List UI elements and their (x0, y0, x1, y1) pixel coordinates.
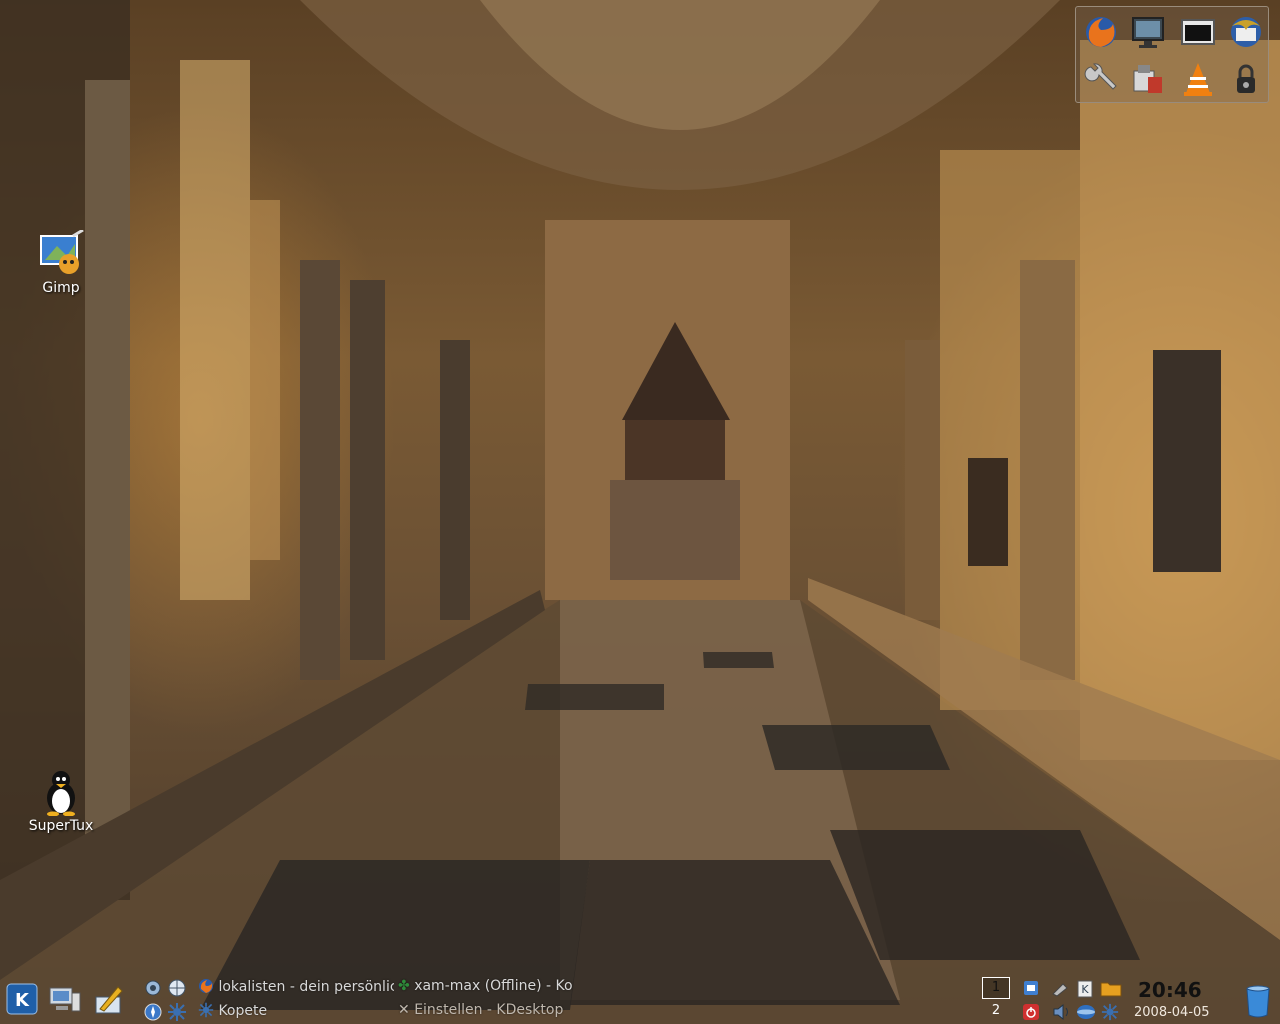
kopete-icon[interactable] (167, 1002, 187, 1022)
svg-text:K: K (1081, 983, 1089, 996)
pager-desktop-1[interactable]: 1 (982, 977, 1010, 999)
usb-plug-icon[interactable] (1050, 979, 1070, 997)
task-label: Kopete (218, 1003, 268, 1019)
network-globe-icon[interactable] (167, 978, 187, 998)
power-icon[interactable] (1022, 1003, 1040, 1021)
pager-desktop-2[interactable]: 2 (982, 1001, 1010, 1023)
kde-menu-icon[interactable]: K (6, 983, 38, 1015)
quick-launch-panel (1075, 6, 1269, 103)
settings-gear-icon[interactable] (143, 978, 163, 998)
pager-label: 2 (991, 1003, 1001, 1018)
padlock-icon[interactable] (1226, 59, 1266, 99)
tux-icon (47, 771, 75, 816)
clipboard-icon[interactable] (1022, 979, 1040, 997)
monitor-icon[interactable] (1128, 12, 1168, 52)
vlc-icon[interactable] (1178, 59, 1218, 99)
terminal-icon[interactable] (1178, 12, 1218, 52)
klipper-icon[interactable]: K (1076, 978, 1094, 998)
task-kopete[interactable]: Kopete (198, 1002, 394, 1022)
system-computer-icon[interactable] (48, 985, 82, 1015)
task-kopete-chat[interactable]: ✤ xam-max (Offline) - Ko (398, 978, 594, 998)
svg-text:K: K (15, 990, 30, 1011)
firefox-icon (199, 979, 213, 993)
folder-icon[interactable] (1100, 979, 1122, 997)
clover-icon: ✤ (398, 978, 410, 994)
task-firefox-window[interactable]: lokalisten - dein persönlic (198, 978, 394, 998)
trash-icon[interactable] (1244, 983, 1272, 1019)
package-icon[interactable] (1128, 59, 1168, 99)
desktop-icon-gimp[interactable]: Gimp (26, 230, 96, 296)
task-kdesktop-settings[interactable]: ✕ Einstellen - KDesktop (398, 1002, 594, 1022)
gimp-icon (40, 230, 84, 274)
kopete-tray-icon[interactable] (1100, 1003, 1120, 1021)
wallpaper (0, 0, 1280, 1024)
wrench-icon[interactable] (1081, 59, 1121, 99)
taskbar: K lokalisten - dein persönlic ✤ xam-max … (0, 975, 1280, 1024)
kopete-icon (198, 1002, 214, 1018)
pager-label: 1 (991, 980, 1001, 995)
task-label: xam-max (Offline) - Ko (414, 978, 573, 994)
thunderbird-icon[interactable] (1226, 12, 1266, 52)
desktop-settings-icon[interactable] (92, 983, 126, 1017)
network-status-icon[interactable] (1076, 1003, 1096, 1021)
clock-time[interactable]: 20:46 (1138, 978, 1202, 1002)
clock-date: 2008-04-05 (1134, 1005, 1210, 1020)
x-icon: ✕ (398, 1002, 410, 1018)
firefox-icon[interactable] (1081, 12, 1121, 52)
volume-icon[interactable] (1052, 1003, 1072, 1021)
desktop-icon-label: SuperTux (28, 818, 94, 834)
task-label: Einstellen - KDesktop (414, 1002, 564, 1018)
desktop-icon-supertux[interactable]: SuperTux (26, 768, 96, 834)
task-label: lokalisten - dein persönlic (218, 979, 394, 995)
safari-compass-icon[interactable] (143, 1002, 163, 1022)
desktop-icon-label: Gimp (42, 280, 80, 296)
